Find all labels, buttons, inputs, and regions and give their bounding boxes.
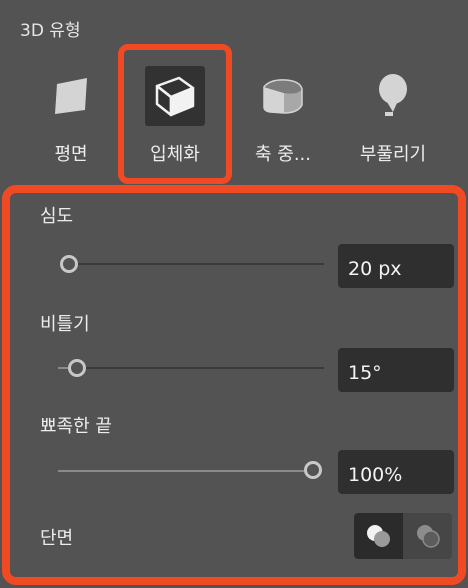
cap-label: 단면 [40, 528, 74, 549]
twist-label: 비틀기 [40, 314, 90, 335]
section-title: 3D 유형 [20, 21, 81, 41]
depth-value-field[interactable]: 20 px [338, 244, 454, 288]
twist-slider-thumb[interactable] [68, 359, 86, 377]
type-inflate-label: 부풀리기 [359, 144, 427, 165]
cap-back-button[interactable] [403, 513, 452, 559]
type-plane-label: 평면 [54, 144, 88, 165]
twist-value: 15° [348, 362, 382, 384]
plane-icon [41, 66, 101, 126]
taper-slider-fill[interactable] [58, 470, 304, 472]
type-revolve-button[interactable]: 축 중... [228, 62, 338, 180]
taper-label: 뾰족한 끝 [40, 416, 112, 437]
depth-slider-track[interactable] [78, 263, 324, 265]
taper-value-field[interactable]: 100% [338, 450, 454, 494]
type-inflate-button[interactable]: 부풀리기 [338, 62, 448, 180]
inflate-icon [363, 66, 423, 126]
extrude-cube-icon [145, 66, 205, 126]
type-plane-button[interactable]: 평면 [16, 62, 126, 180]
cap-back-icon [416, 525, 440, 548]
depth-label: 심도 [40, 206, 74, 227]
cap-front-button[interactable] [354, 513, 403, 559]
type-revolve-label: 축 중... [254, 144, 311, 165]
cap-front-icon [366, 525, 390, 547]
type-extrude-label: 입체화 [150, 144, 200, 165]
revolve-icon [253, 66, 313, 126]
twist-value-field[interactable]: 15° [338, 348, 454, 392]
depth-slider-thumb[interactable] [60, 255, 78, 273]
type-extrude-button[interactable]: 입체화 [120, 62, 230, 180]
depth-value: 20 px [348, 258, 402, 280]
taper-value: 100% [348, 464, 403, 486]
cap-toggle-group [354, 513, 452, 559]
twist-slider-track[interactable] [86, 367, 324, 369]
taper-slider-thumb[interactable] [304, 461, 322, 479]
